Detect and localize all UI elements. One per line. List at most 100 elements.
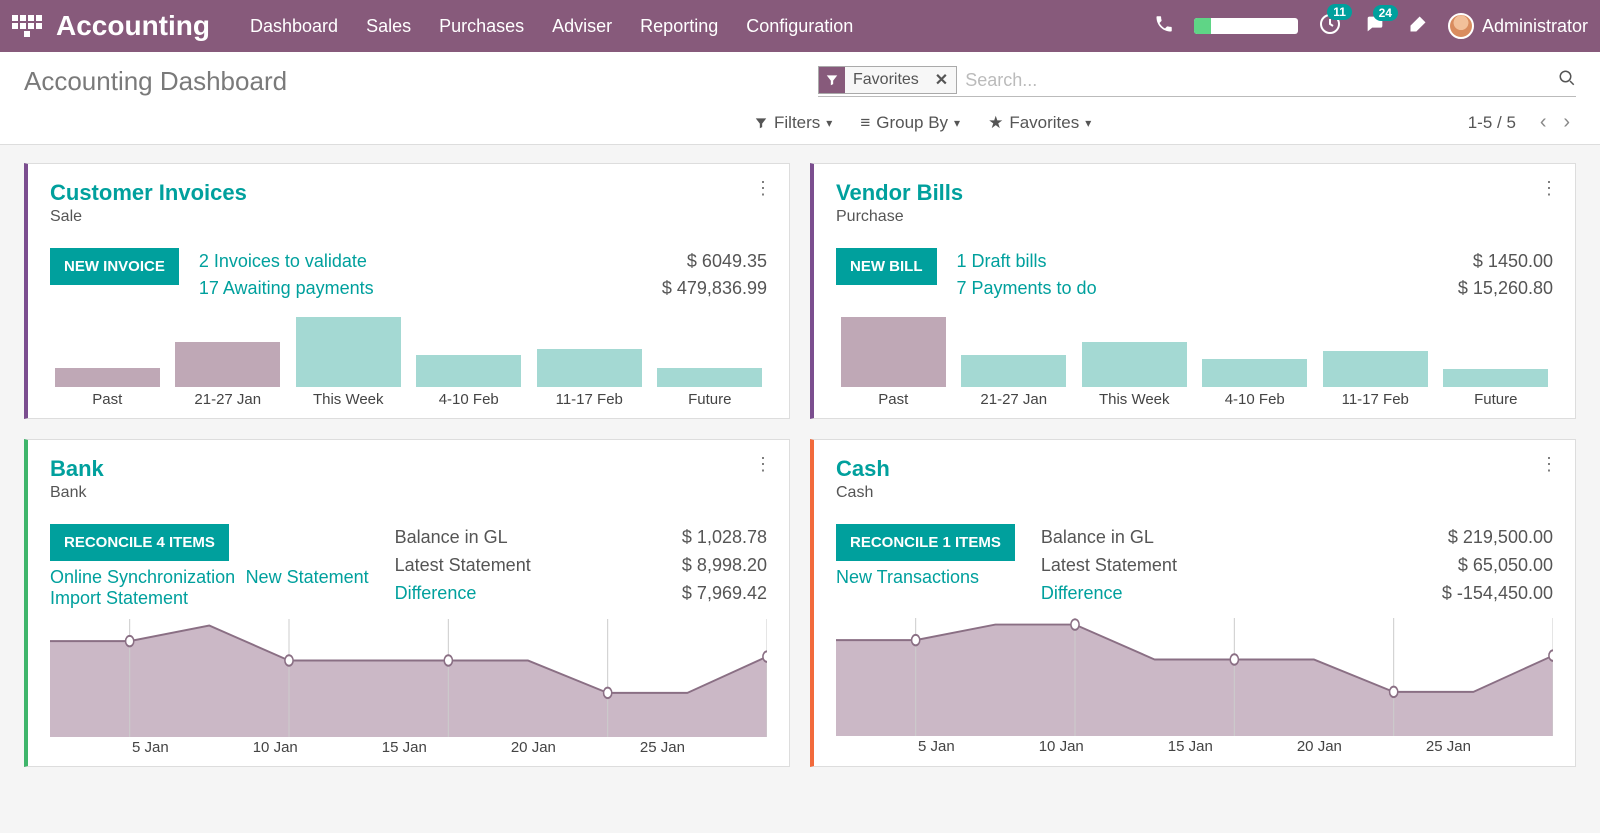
card-title[interactable]: Vendor Bills — [836, 180, 1553, 206]
bar — [416, 355, 521, 387]
new-invoice-button[interactable]: NEW INVOICE — [50, 248, 179, 285]
bar — [961, 355, 1066, 387]
card-subtitle: Bank — [50, 484, 767, 502]
new-bill-button[interactable]: NEW BILL — [836, 248, 937, 285]
link-awaiting-payments[interactable]: 17 Awaiting payments — [199, 275, 642, 302]
card-cash[interactable]: ⋮ Cash Cash RECONCILE 1 ITEMS New Transa… — [810, 439, 1576, 767]
activities-badge: 11 — [1327, 4, 1352, 20]
menu-dashboard[interactable]: Dashboard — [250, 16, 338, 37]
bar — [537, 349, 642, 387]
link-new-statement[interactable]: New Statement — [246, 567, 369, 587]
link-import-statement[interactable]: Import Statement — [50, 588, 188, 608]
page-title: Accounting Dashboard — [24, 66, 287, 97]
implementation-progress[interactable] — [1194, 18, 1298, 34]
bar-label: This Week — [1099, 391, 1170, 408]
value-difference: $ -154,450.00 — [1442, 580, 1553, 608]
card-menu-icon[interactable]: ⋮ — [1540, 178, 1559, 199]
menu-purchases[interactable]: Purchases — [439, 16, 524, 37]
pager-next[interactable]: › — [1557, 111, 1576, 133]
bar — [175, 342, 280, 387]
chevron-down-icon: ▾ — [954, 116, 960, 130]
star-icon: ★ — [988, 113, 1003, 133]
facet-label: Favorites — [845, 71, 927, 89]
link-difference[interactable]: Difference — [395, 580, 531, 608]
cash-line-chart — [836, 618, 1553, 736]
groupby-dropdown[interactable]: ≡ Group By ▾ — [860, 113, 960, 133]
card-menu-icon[interactable]: ⋮ — [1540, 454, 1559, 475]
card-title[interactable]: Bank — [50, 456, 767, 482]
label-latest-stmt: Latest Statement — [395, 552, 531, 580]
user-name-label: Administrator — [1482, 16, 1588, 37]
phone-icon[interactable] — [1154, 14, 1174, 39]
card-title[interactable]: Customer Invoices — [50, 180, 767, 206]
value-latest-stmt: $ 65,050.00 — [1442, 552, 1553, 580]
tick-label: 25 Jan — [640, 739, 685, 756]
link-invoices-to-validate[interactable]: 2 Invoices to validate — [199, 248, 642, 275]
search-input[interactable] — [957, 68, 1558, 93]
bar-label: 21-27 Jan — [980, 391, 1047, 408]
facet-remove-icon[interactable]: ✕ — [927, 70, 956, 90]
search-facet-favorites: Favorites ✕ — [818, 66, 957, 94]
tick-label: 25 Jan — [1426, 738, 1471, 755]
search-icon[interactable] — [1558, 69, 1576, 92]
amount-payments-to-do: $ 15,260.80 — [1458, 275, 1553, 302]
invoices-bar-chart: Past21-27 JanThis Week4-10 Feb11-17 FebF… — [50, 316, 767, 408]
activities-icon[interactable]: 11 — [1318, 12, 1342, 41]
list-icon: ≡ — [860, 113, 870, 133]
reconcile-cash-button[interactable]: RECONCILE 1 ITEMS — [836, 524, 1015, 561]
favorites-dropdown[interactable]: ★ Favorites ▾ — [988, 113, 1091, 133]
filters-dropdown[interactable]: Filters ▾ — [754, 113, 832, 133]
bar — [841, 317, 946, 387]
card-menu-icon[interactable]: ⋮ — [754, 178, 773, 199]
apps-launcher-icon[interactable] — [12, 11, 42, 41]
bar-label: Future — [688, 391, 731, 408]
menu-sales[interactable]: Sales — [366, 16, 411, 37]
bar-label: 11-17 Feb — [1342, 391, 1409, 408]
pager-count[interactable]: 1-5 / 5 — [1468, 113, 1516, 133]
debug-icon[interactable] — [1408, 14, 1428, 39]
tick-label: 5 Jan — [918, 738, 955, 755]
link-new-transactions[interactable]: New Transactions — [836, 567, 979, 587]
favorites-label: Favorites — [1009, 113, 1079, 133]
reconcile-bank-button[interactable]: RECONCILE 4 ITEMS — [50, 524, 229, 561]
menu-reporting[interactable]: Reporting — [640, 16, 718, 37]
menu-adviser[interactable]: Adviser — [552, 16, 612, 37]
card-subtitle: Purchase — [836, 208, 1553, 226]
bar-label: 11-17 Feb — [556, 391, 623, 408]
card-menu-icon[interactable]: ⋮ — [754, 454, 773, 475]
link-difference[interactable]: Difference — [1041, 580, 1177, 608]
card-customer-invoices[interactable]: ⋮ Customer Invoices Sale NEW INVOICE 2 I… — [24, 163, 790, 419]
label-balance-gl: Balance in GL — [1041, 524, 1177, 552]
bar — [1323, 351, 1428, 387]
menu-configuration[interactable]: Configuration — [746, 16, 853, 37]
tick-label: 15 Jan — [1168, 738, 1213, 755]
card-subtitle: Cash — [836, 484, 1553, 502]
card-bank[interactable]: ⋮ Bank Bank RECONCILE 4 ITEMS Online Syn… — [24, 439, 790, 767]
chevron-down-icon: ▾ — [826, 116, 832, 130]
label-latest-stmt: Latest Statement — [1041, 552, 1177, 580]
value-latest-stmt: $ 8,998.20 — [682, 552, 767, 580]
link-payments-to-do[interactable]: 7 Payments to do — [957, 275, 1438, 302]
bar-label: 21-27 Jan — [194, 391, 261, 408]
bar — [1443, 369, 1548, 387]
link-draft-bills[interactable]: 1 Draft bills — [957, 248, 1438, 275]
search-bar[interactable]: Favorites ✕ — [818, 66, 1576, 97]
pager-prev[interactable]: ‹ — [1534, 111, 1553, 133]
link-online-sync[interactable]: Online Synchronization — [50, 567, 235, 587]
tick-label: 20 Jan — [511, 739, 556, 756]
tick-label: 10 Jan — [1039, 738, 1084, 755]
app-title[interactable]: Accounting — [56, 10, 210, 42]
bar-label: 4-10 Feb — [439, 391, 499, 408]
app-header: Accounting Dashboard Sales Purchases Adv… — [0, 0, 1600, 52]
bank-line-chart — [50, 619, 767, 737]
amount-awaiting-payments: $ 479,836.99 — [662, 275, 767, 302]
card-title[interactable]: Cash — [836, 456, 1553, 482]
amount-draft-bills: $ 1450.00 — [1458, 248, 1553, 275]
messages-icon[interactable]: 24 — [1362, 13, 1388, 40]
user-menu[interactable]: Administrator — [1448, 13, 1588, 39]
tick-label: 5 Jan — [132, 739, 169, 756]
bar-label: Future — [1474, 391, 1517, 408]
bar-label: Past — [878, 391, 908, 408]
value-difference: $ 7,969.42 — [682, 580, 767, 608]
card-vendor-bills[interactable]: ⋮ Vendor Bills Purchase NEW BILL 1 Draft… — [810, 163, 1576, 419]
